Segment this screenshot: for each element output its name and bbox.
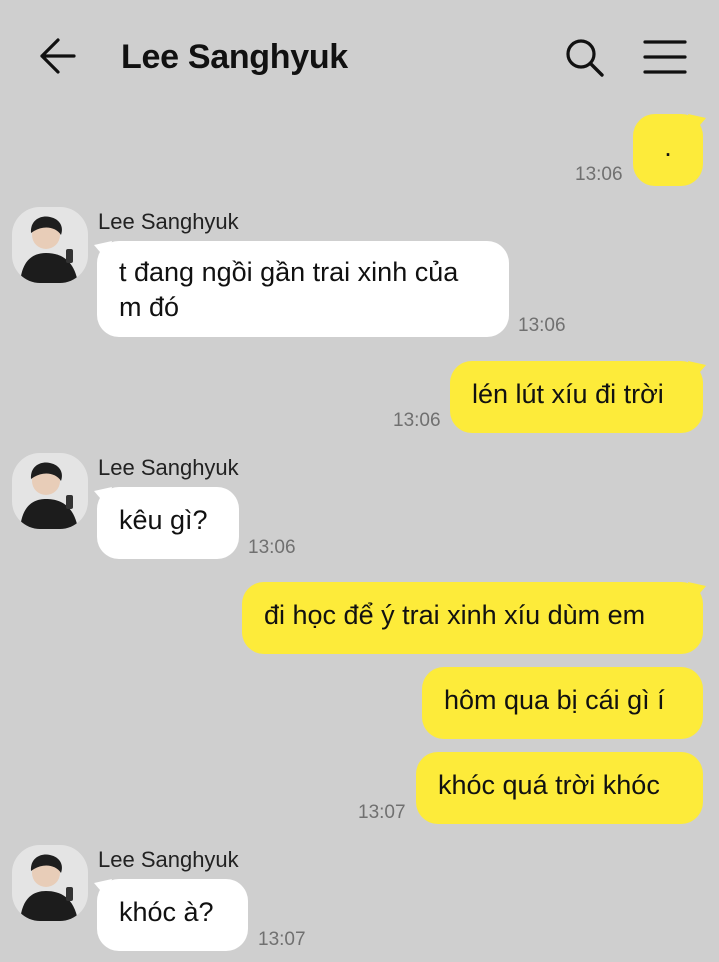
bubble-tail xyxy=(94,487,112,505)
outgoing-message-bubble[interactable]: đi học để ý trai xinh xíu dùm em xyxy=(242,582,703,654)
message-text: kêu gì? xyxy=(119,505,208,535)
bubble-tail xyxy=(688,361,706,379)
profile-photo xyxy=(12,453,88,529)
chat-title: Lee Sanghyuk xyxy=(121,38,348,76)
avatar[interactable] xyxy=(12,453,88,529)
back-button[interactable] xyxy=(36,36,80,76)
outgoing-message-bubble[interactable]: hôm qua bị cái gì í xyxy=(422,667,703,739)
message-text: hôm qua bị cái gì í xyxy=(444,685,665,715)
menu-button[interactable] xyxy=(640,35,690,79)
message-timestamp: 13:06 xyxy=(518,315,566,336)
message-text: đi học để ý trai xinh xíu dùm em xyxy=(264,600,646,630)
bubble-tail xyxy=(688,114,706,132)
outgoing-message-bubble[interactable]: khóc quá trời khóc xyxy=(416,752,703,824)
sender-name: Lee Sanghyuk xyxy=(98,847,239,872)
message-timestamp: 13:07 xyxy=(258,929,306,950)
avatar[interactable] xyxy=(12,845,88,921)
chat-header: Lee Sanghyuk xyxy=(0,0,719,112)
message-timestamp: 13:06 xyxy=(393,410,441,431)
profile-photo xyxy=(12,207,88,283)
message-text: khóc quá trời khóc xyxy=(438,770,660,800)
avatar[interactable] xyxy=(12,207,88,283)
search-button[interactable] xyxy=(562,35,608,81)
message-text: lén lút xíu đi trời xyxy=(472,379,664,409)
message-text: khóc à? xyxy=(119,897,214,927)
message-timestamp: 13:06 xyxy=(248,537,296,558)
bubble-tail xyxy=(688,582,706,600)
message-text: . xyxy=(664,132,672,162)
incoming-message-bubble[interactable]: t đang ngồi gần trai xinh của m đó xyxy=(97,241,509,337)
hamburger-menu-icon xyxy=(643,40,687,74)
sender-name: Lee Sanghyuk xyxy=(98,209,239,234)
arrow-left-icon xyxy=(40,38,76,74)
search-icon xyxy=(566,39,604,77)
incoming-message-bubble[interactable]: khóc à? xyxy=(97,879,248,951)
outgoing-message-bubble[interactable]: lén lút xíu đi trời xyxy=(450,361,703,433)
message-text: t đang ngồi gần trai xinh của m đó xyxy=(119,257,459,322)
bubble-tail xyxy=(94,241,112,259)
message-timestamp: 13:07 xyxy=(358,802,406,823)
message-timestamp: 13:06 xyxy=(575,164,623,185)
incoming-message-bubble[interactable]: kêu gì? xyxy=(97,487,239,559)
bubble-tail xyxy=(94,879,112,897)
profile-photo xyxy=(12,845,88,921)
sender-name: Lee Sanghyuk xyxy=(98,455,239,480)
